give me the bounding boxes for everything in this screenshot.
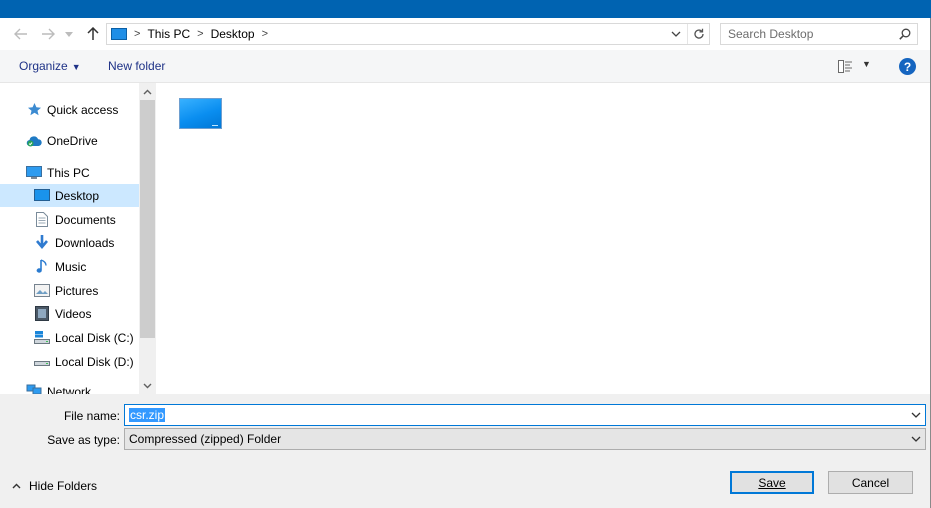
file-name-label: File name: [63,409,120,423]
forward-button[interactable] [38,24,58,44]
chevron-down-icon [671,31,681,37]
breadcrumb-separator-icon: > [197,28,204,40]
sidebar-item-label: Pictures [55,283,99,298]
sidebar-item-music[interactable]: Music [0,255,139,278]
arrow-up-icon [87,27,99,40]
save-button-label: Save [758,475,786,490]
new-folder-button[interactable]: New folder [108,59,165,73]
video-icon [34,306,50,322]
chevron-down-icon [143,383,152,388]
sidebar-item-documents[interactable]: Documents [0,208,139,231]
sidebar-item-label: Videos [55,306,92,321]
organize-label: Organize [19,59,68,73]
sidebar-item-local-disk-c[interactable]: Local Disk (C:) [0,326,139,349]
chevron-up-icon [12,481,21,491]
search-icon[interactable] [899,28,911,40]
chevron-down-icon [911,432,921,445]
sidebar-item-downloads[interactable]: Downloads [0,231,139,254]
sidebar-item-label: Local Disk (C:) [55,330,134,345]
scroll-down-button[interactable] [139,377,156,394]
hide-folders-button[interactable]: Hide Folders [12,479,97,493]
file-list-area[interactable] [156,83,931,394]
desktop-icon [34,188,50,204]
chevron-down-icon[interactable] [911,408,921,421]
navigation-list: Quick access OneDrive This PC Desktop Do… [0,83,139,394]
view-dropdown-icon[interactable]: ▼ [862,59,871,69]
breadcrumb-this-pc[interactable]: This PC [147,27,190,41]
arrow-left-icon [14,28,27,40]
refresh-button[interactable] [687,24,709,44]
sidebar-item-videos[interactable]: Videos [0,302,139,325]
arrow-right-icon [42,28,55,40]
sidebar-item-network[interactable]: Network [0,382,139,394]
sidebar-item-label: OneDrive [47,133,98,148]
breadcrumb-separator-icon: > [261,28,269,40]
sidebar-item-label: Documents [55,212,116,227]
desktop-item-icon[interactable] [179,98,222,129]
organize-button[interactable]: Organize ▼ [19,59,81,73]
download-icon [34,235,50,251]
computer-icon [26,165,42,181]
address-dropdown-button[interactable] [669,26,683,42]
title-bar [0,0,931,18]
hide-folders-label: Hide Folders [29,479,98,493]
address-row: > This PC > Desktop > [0,18,931,50]
save-as-type-select[interactable]: Compressed (zipped) Folder [124,428,926,450]
sidebar-item-label: Network [47,385,92,394]
navigation-pane: Quick access OneDrive This PC Desktop Do… [0,83,156,394]
address-bar[interactable]: > This PC > Desktop > [106,23,710,45]
sidebar-item-pictures[interactable]: Pictures [0,279,139,302]
cloud-icon [26,133,42,149]
save-as-type-label: Save as type: [47,433,120,447]
refresh-icon [693,28,704,39]
sidebar-item-label: Quick access [47,102,119,117]
disk-icon [34,354,50,370]
sidebar-item-this-pc[interactable]: This PC [0,161,139,184]
recent-locations-button[interactable] [62,24,76,44]
chevron-down-icon [65,31,73,37]
sidebar-item-local-disk-d[interactable]: Local Disk (D:) [0,350,139,373]
file-name-field[interactable]: csr.zip [124,404,926,426]
save-as-type-value: Compressed (zipped) Folder [129,432,282,446]
sidebar-item-quick-access[interactable]: Quick access [0,98,139,121]
sidebar-item-label: Local Disk (D:) [55,354,134,369]
search-box [720,23,918,45]
save-options-panel: File name: csr.zip Save as type: Compres… [0,394,931,508]
breadcrumb-separator-icon: > [134,28,141,40]
sidebar-item-onedrive[interactable]: OneDrive [0,129,139,152]
sidebar-item-label: Music [55,259,87,274]
star-icon [26,102,42,118]
scroll-thumb[interactable] [140,100,155,338]
caret-down-icon: ▼ [71,62,81,72]
pictures-icon [34,283,50,299]
sidebar-item-label: This PC [47,165,90,180]
sidebar-item-label: Downloads [55,235,115,250]
save-button[interactable]: Save [730,471,814,494]
sidebar-item-desktop[interactable]: Desktop [0,184,139,207]
breadcrumb-desktop[interactable]: Desktop [211,27,255,41]
document-icon [34,212,50,228]
music-icon [34,259,50,275]
scroll-up-button[interactable] [139,83,156,100]
command-bar: Organize ▼ New folder ▼ ? [0,50,931,83]
view-options-icon[interactable] [838,60,852,73]
chevron-up-icon [143,89,152,94]
navigation-scrollbar[interactable] [139,83,156,394]
sidebar-item-label: Desktop [55,188,100,203]
disk-icon [34,330,50,346]
computer-icon [111,28,127,40]
cancel-button[interactable]: Cancel [828,471,913,494]
search-input[interactable] [721,24,891,44]
network-icon [26,382,42,394]
back-button[interactable] [11,24,31,44]
help-icon[interactable]: ? [899,58,916,75]
up-button[interactable] [83,24,103,44]
file-name-value[interactable]: csr.zip [129,408,166,422]
